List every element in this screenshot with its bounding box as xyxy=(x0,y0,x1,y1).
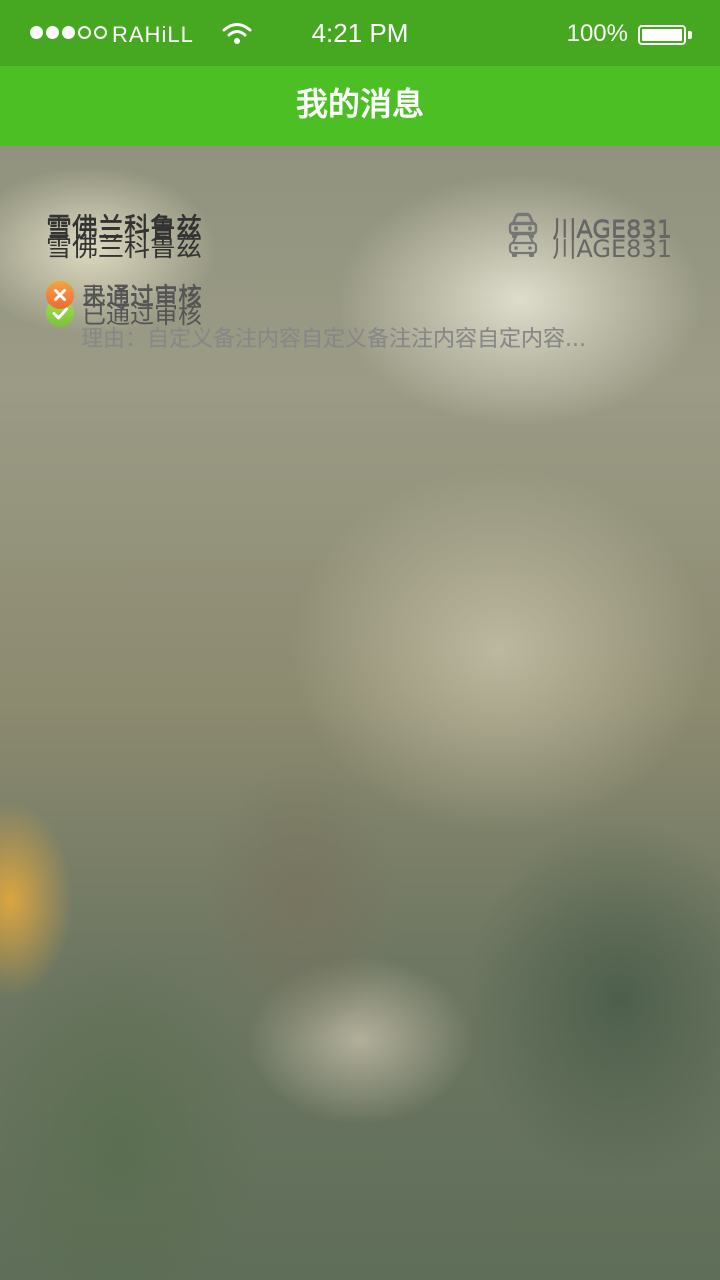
review-status: 未通过审核 xyxy=(46,277,202,312)
page-title: 我的消息 xyxy=(0,66,720,146)
battery-tip xyxy=(688,31,692,39)
background-image xyxy=(0,0,720,1280)
status-bar: RAHiLL 4:21 PM 100% xyxy=(0,0,720,66)
status-text: 未通过审核 xyxy=(82,283,202,311)
x-circle-icon xyxy=(46,280,74,309)
car-model: 雪佛兰科鲁兹 xyxy=(46,213,203,243)
battery-percentage: 100% xyxy=(566,20,628,47)
battery-icon xyxy=(638,25,686,45)
rejection-reason: 理由：自定义备注内容自定义备注注内容自定内容... xyxy=(81,327,586,352)
message-list: 雪佛兰科鲁兹 川AGE831 已通过审核 雪佛兰科鲁兹 川AGE831 未通过审核 理由：自… xyxy=(17,164,704,352)
license-plate: 川AGE831 xyxy=(552,215,672,243)
car-icon xyxy=(507,211,539,239)
